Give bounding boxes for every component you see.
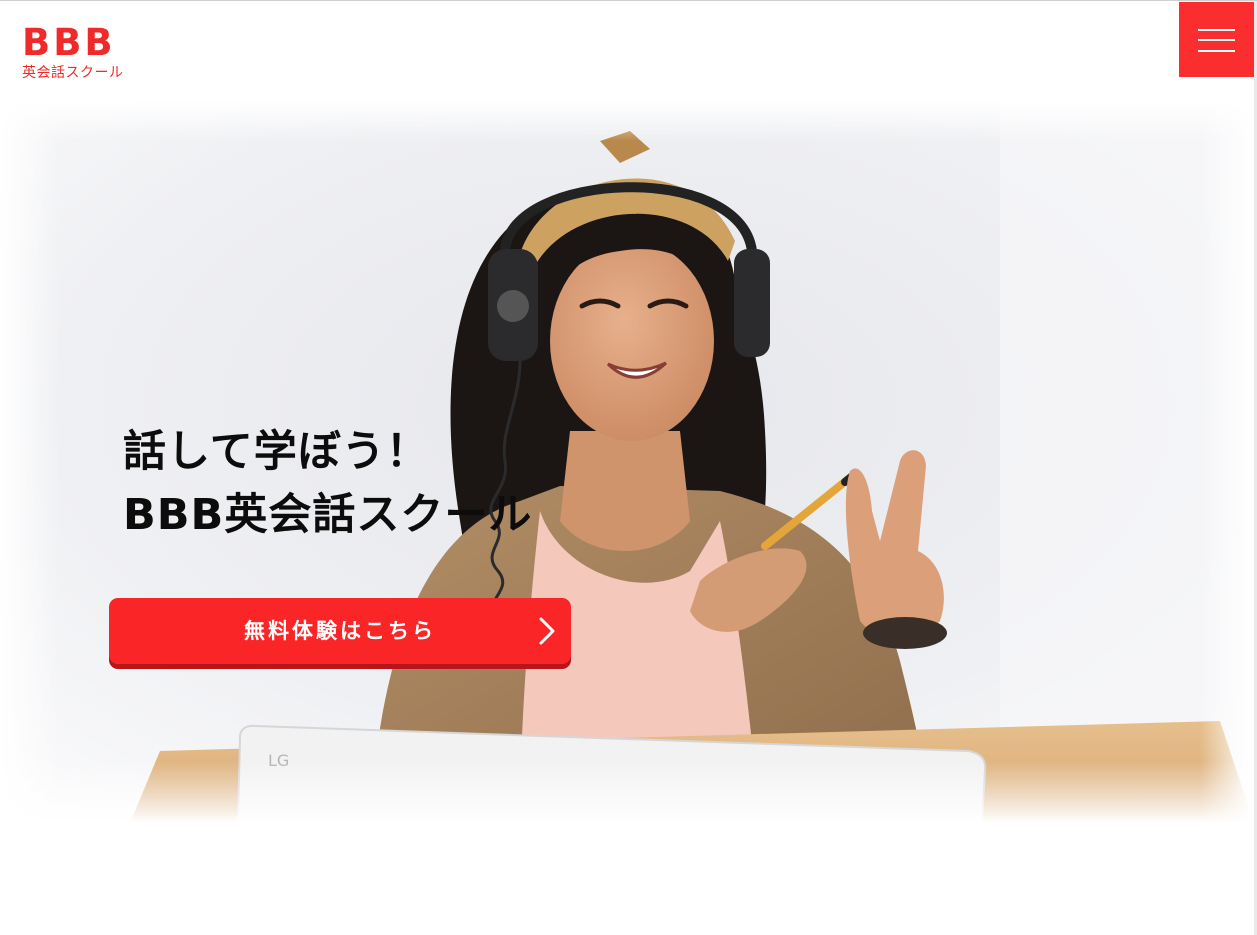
- hero-heading-line2: BBB英会話スクール: [123, 490, 533, 540]
- hero-heading: 話して学ぼう！ BBB英会話スクール: [123, 421, 532, 547]
- free-trial-button-label: 無料体験はこちら: [244, 619, 436, 643]
- hamburger-icon: [1198, 29, 1235, 52]
- chevron-right-icon: [539, 617, 555, 645]
- hero-heading-line1: 話して学ぼう！: [123, 427, 430, 477]
- page: BBB 英会話スクール LG 話して学ぼう！ BBB英会話スクール 無料体験はこ…: [0, 0, 1257, 935]
- logo-subtitle: 英会話スクール: [22, 65, 124, 81]
- site-logo[interactable]: BBB 英会話スクール: [22, 21, 124, 83]
- logo-mark: BBB: [22, 21, 116, 64]
- menu-button[interactable]: [1179, 2, 1254, 77]
- free-trial-button[interactable]: 無料体験はこちら: [109, 598, 571, 664]
